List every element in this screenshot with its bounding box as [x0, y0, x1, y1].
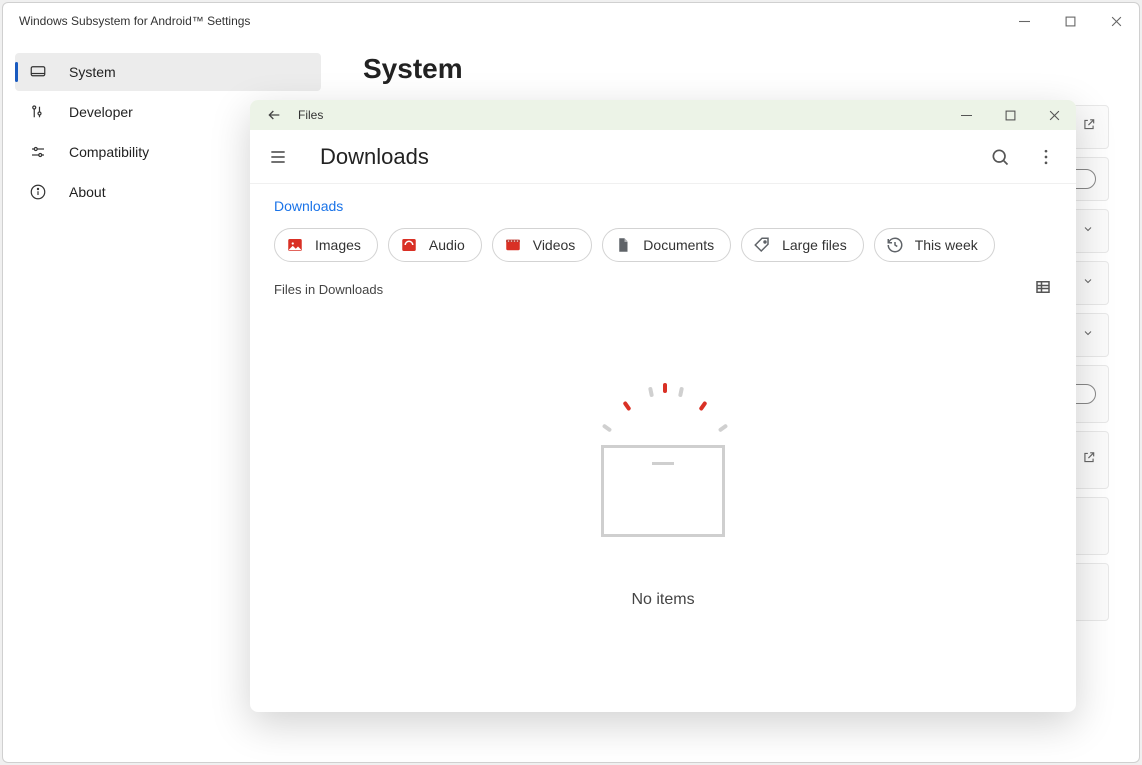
more-options-button[interactable]	[1034, 147, 1058, 167]
chip-videos[interactable]: Videos	[492, 228, 593, 262]
filter-chips: Images Audio Videos Documents Large file…	[250, 224, 1076, 278]
settings-title: Windows Subsystem for Android™ Settings	[19, 14, 250, 28]
files-titlebar: Files	[250, 100, 1076, 130]
files-header: Downloads	[250, 130, 1076, 184]
sidebar-item-label: Developer	[69, 104, 133, 120]
chevron-down-icon	[1082, 326, 1094, 344]
back-button[interactable]	[260, 107, 288, 123]
audio-icon	[399, 235, 419, 255]
empty-state: No items	[250, 301, 1076, 712]
sidebar-item-label: Compatibility	[69, 144, 149, 160]
sidebar-item-label: System	[69, 64, 116, 80]
sidebar-item-label: About	[69, 184, 106, 200]
video-icon	[503, 235, 523, 255]
chevron-down-icon	[1082, 222, 1094, 240]
search-button[interactable]	[988, 147, 1012, 167]
chip-label: Large files	[782, 237, 847, 253]
view-toggle-button[interactable]	[1034, 278, 1052, 301]
image-icon	[285, 235, 305, 255]
files-subheader: Files in Downloads	[250, 278, 1076, 301]
settings-window-controls	[1001, 3, 1139, 39]
breadcrumb[interactable]: Downloads	[250, 184, 1076, 224]
hamburger-menu-button[interactable]	[268, 147, 296, 167]
settings-close-button[interactable]	[1093, 3, 1139, 39]
page-title: System	[363, 53, 1109, 85]
tag-icon	[752, 235, 772, 255]
files-maximize-button[interactable]	[988, 100, 1032, 130]
document-icon	[613, 235, 633, 255]
chip-images[interactable]: Images	[274, 228, 378, 262]
chip-label: Images	[315, 237, 361, 253]
empty-state-label: No items	[631, 591, 694, 609]
sliders-icon	[29, 143, 51, 161]
tools-icon	[29, 103, 51, 121]
files-window-controls	[944, 100, 1076, 130]
settings-minimize-button[interactable]	[1001, 3, 1047, 39]
history-icon	[885, 235, 905, 255]
files-window: Files Downloads Downloads	[250, 100, 1076, 712]
chip-label: Documents	[643, 237, 714, 253]
info-icon	[29, 183, 51, 201]
open-external-icon	[1082, 118, 1096, 137]
files-window-title: Files	[298, 108, 323, 122]
files-minimize-button[interactable]	[944, 100, 988, 130]
chip-label: Videos	[533, 237, 576, 253]
open-external-icon	[1082, 451, 1096, 470]
chip-documents[interactable]: Documents	[602, 228, 731, 262]
chip-audio[interactable]: Audio	[388, 228, 482, 262]
chip-label: Audio	[429, 237, 465, 253]
chevron-down-icon	[1082, 274, 1094, 292]
settings-maximize-button[interactable]	[1047, 3, 1093, 39]
empty-box-icon	[583, 365, 743, 555]
files-close-button[interactable]	[1032, 100, 1076, 130]
files-heading: Downloads	[320, 144, 429, 170]
files-subheader-label: Files in Downloads	[274, 282, 383, 297]
breadcrumb-item[interactable]: Downloads	[274, 198, 343, 214]
monitor-icon	[29, 63, 51, 81]
sidebar-item-system[interactable]: System	[15, 53, 321, 91]
chip-label: This week	[915, 237, 978, 253]
chip-this-week[interactable]: This week	[874, 228, 995, 262]
settings-titlebar: Windows Subsystem for Android™ Settings	[3, 3, 1139, 39]
chip-large-files[interactable]: Large files	[741, 228, 864, 262]
